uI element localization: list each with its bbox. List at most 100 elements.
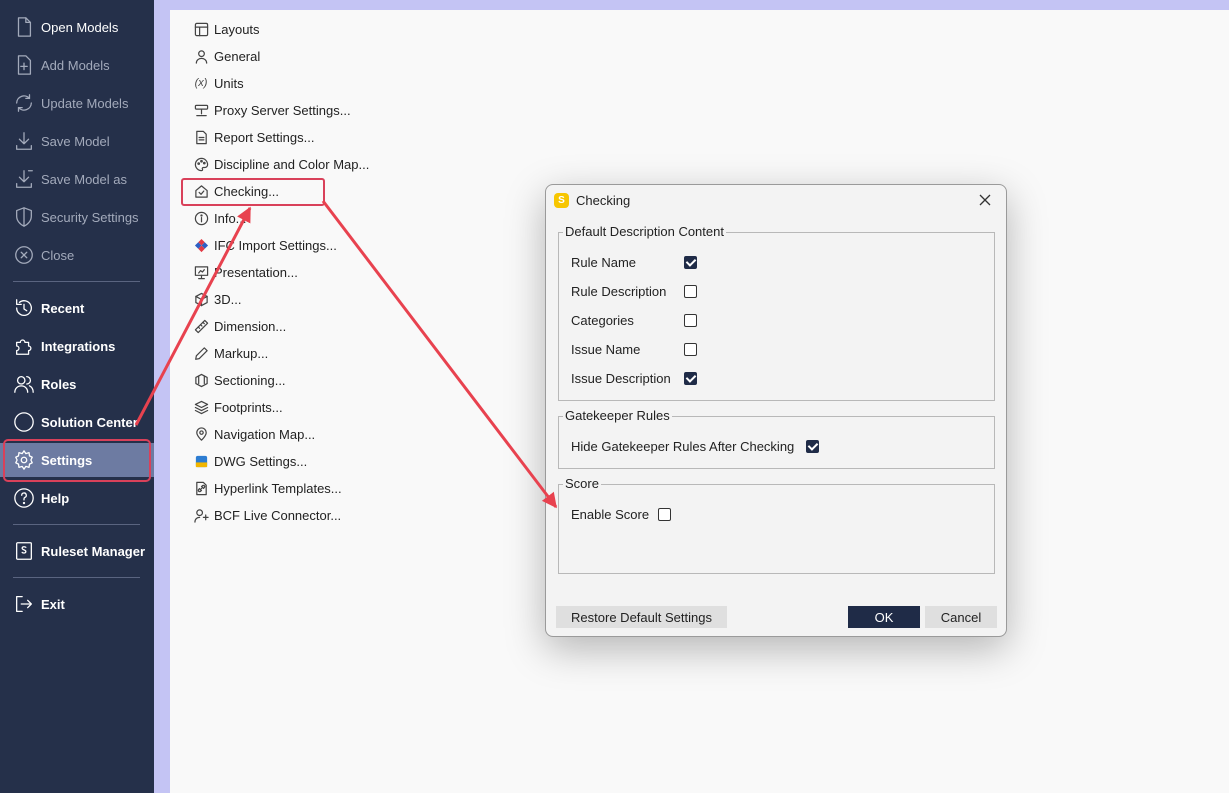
ifc-icon xyxy=(193,237,209,253)
settings-item-label: Footprints... xyxy=(214,399,283,415)
nav-help[interactable]: Help xyxy=(0,481,154,515)
hide-gatekeeper-checkbox[interactable] xyxy=(806,440,819,453)
report-icon xyxy=(193,129,209,145)
nav-update-models[interactable]: Update Models xyxy=(0,86,154,120)
layout-icon xyxy=(193,21,209,37)
categories-checkbox[interactable] xyxy=(684,314,697,327)
sidebar-divider xyxy=(13,281,140,282)
settings-item-3d[interactable]: 3D... xyxy=(193,289,241,309)
nav-label: Security Settings xyxy=(41,209,139,225)
nav-label: Exit xyxy=(41,596,65,612)
nav-integrations[interactable]: Integrations xyxy=(0,329,154,363)
restore-defaults-button[interactable]: Restore Default Settings xyxy=(556,606,727,628)
group-title: Default Description Content xyxy=(563,224,726,239)
file-icon xyxy=(13,16,35,38)
nav-roles[interactable]: Roles xyxy=(0,367,154,401)
sidebar: Open Models Add Models Update Models Sav… xyxy=(0,0,154,793)
puzzle-icon xyxy=(13,335,35,357)
users-icon xyxy=(13,373,35,395)
nav-recent[interactable]: Recent xyxy=(0,291,154,325)
dwg-icon xyxy=(193,453,209,469)
rule-name-checkbox[interactable] xyxy=(684,256,697,269)
settings-item-label: Navigation Map... xyxy=(214,426,316,442)
section-box-icon xyxy=(193,372,209,388)
settings-item-dwg[interactable]: DWG Settings... xyxy=(193,451,307,471)
settings-item-info[interactable]: Info... xyxy=(193,208,247,228)
issue-name-checkbox[interactable] xyxy=(684,343,697,356)
rule-description-checkbox[interactable] xyxy=(684,285,697,298)
nav-label: Save Model xyxy=(41,133,110,149)
group-title: Score xyxy=(563,476,601,491)
settings-item-hyperlink[interactable]: Hyperlink Templates... xyxy=(193,478,342,498)
settings-item-general[interactable]: General xyxy=(193,46,260,66)
nav-label: Close xyxy=(41,247,75,263)
settings-item-discipline[interactable]: Discipline and Color Map... xyxy=(193,154,369,174)
settings-item-ifc-import[interactable]: IFC Import Settings... xyxy=(193,235,337,255)
help-icon xyxy=(13,487,35,509)
nav-ruleset-manager[interactable]: Ruleset Manager xyxy=(0,534,154,568)
circle-icon xyxy=(13,411,35,433)
exit-icon xyxy=(13,593,35,615)
option-label: Issue Name xyxy=(571,341,641,357)
nav-label: Ruleset Manager xyxy=(41,543,146,559)
group-score: Score Enable Score xyxy=(558,476,995,574)
nav-security-settings[interactable]: Security Settings xyxy=(0,200,154,234)
issue-description-checkbox[interactable] xyxy=(684,372,697,385)
presentation-icon xyxy=(193,264,209,280)
nav-open-models[interactable]: Open Models xyxy=(0,10,154,44)
nav-solution-center[interactable]: Solution Center xyxy=(0,405,154,439)
settings-item-label: Proxy Server Settings... xyxy=(214,102,351,118)
option-label: Enable Score xyxy=(571,506,650,522)
settings-item-label: Discipline and Color Map... xyxy=(214,156,370,172)
nav-label: Open Models xyxy=(41,19,119,35)
shield-icon xyxy=(13,206,35,228)
sidebar-divider xyxy=(13,524,140,525)
nav-exit[interactable]: Exit xyxy=(0,587,154,621)
settings-item-label: General xyxy=(214,48,261,64)
settings-item-dimension[interactable]: Dimension... xyxy=(193,316,286,336)
settings-item-label: Hyperlink Templates... xyxy=(214,480,342,496)
option-label: Issue Description xyxy=(571,370,671,386)
dialog-titlebar: S Checking xyxy=(546,185,1006,215)
settings-item-report[interactable]: Report Settings... xyxy=(193,127,314,147)
nav-label: Add Models xyxy=(41,57,110,73)
history-icon xyxy=(13,297,35,319)
ruler-icon xyxy=(193,318,209,334)
download-as-icon xyxy=(13,168,35,190)
enable-score-checkbox[interactable] xyxy=(658,508,671,521)
settings-item-units[interactable]: (x) Units xyxy=(193,73,244,93)
connector-icon xyxy=(193,507,209,523)
close-icon[interactable] xyxy=(976,191,994,209)
nav-label: Integrations xyxy=(41,338,116,354)
server-icon xyxy=(193,102,209,118)
settings-item-navigation-map[interactable]: Navigation Map... xyxy=(193,424,315,444)
cube-icon xyxy=(193,291,209,307)
cancel-button[interactable]: Cancel xyxy=(925,606,997,628)
nav-save-model-as[interactable]: Save Model as xyxy=(0,162,154,196)
settings-item-layouts[interactable]: Layouts xyxy=(193,19,260,39)
pen-icon xyxy=(193,345,209,361)
units-icon: (x) xyxy=(194,77,208,89)
settings-item-footprints[interactable]: Footprints... xyxy=(193,397,283,417)
settings-item-proxy[interactable]: Proxy Server Settings... xyxy=(193,100,351,120)
settings-item-label: Layouts xyxy=(214,21,260,37)
settings-item-bcf-live[interactable]: BCF Live Connector... xyxy=(193,505,341,525)
nav-save-model[interactable]: Save Model xyxy=(0,124,154,158)
ok-button[interactable]: OK xyxy=(848,606,920,628)
nav-label: Update Models xyxy=(41,95,129,111)
layers-icon xyxy=(193,399,209,415)
close-circle-icon xyxy=(13,244,35,266)
dialog-title: Checking xyxy=(576,192,631,208)
app-logo-icon: S xyxy=(554,192,569,208)
settings-item-presentation[interactable]: Presentation... xyxy=(193,262,298,282)
info-icon xyxy=(193,210,209,226)
download-icon xyxy=(13,130,35,152)
option-label: Rule Description xyxy=(571,283,667,299)
refresh-icon xyxy=(13,92,35,114)
checking-highlight-box xyxy=(181,178,325,206)
settings-item-sectioning[interactable]: Sectioning... xyxy=(193,370,286,390)
settings-item-markup[interactable]: Markup... xyxy=(193,343,268,363)
nav-close[interactable]: Close xyxy=(0,238,154,272)
nav-add-models[interactable]: Add Models xyxy=(0,48,154,82)
group-gatekeeper-rules: Gatekeeper Rules Hide Gatekeeper Rules A… xyxy=(558,408,995,469)
